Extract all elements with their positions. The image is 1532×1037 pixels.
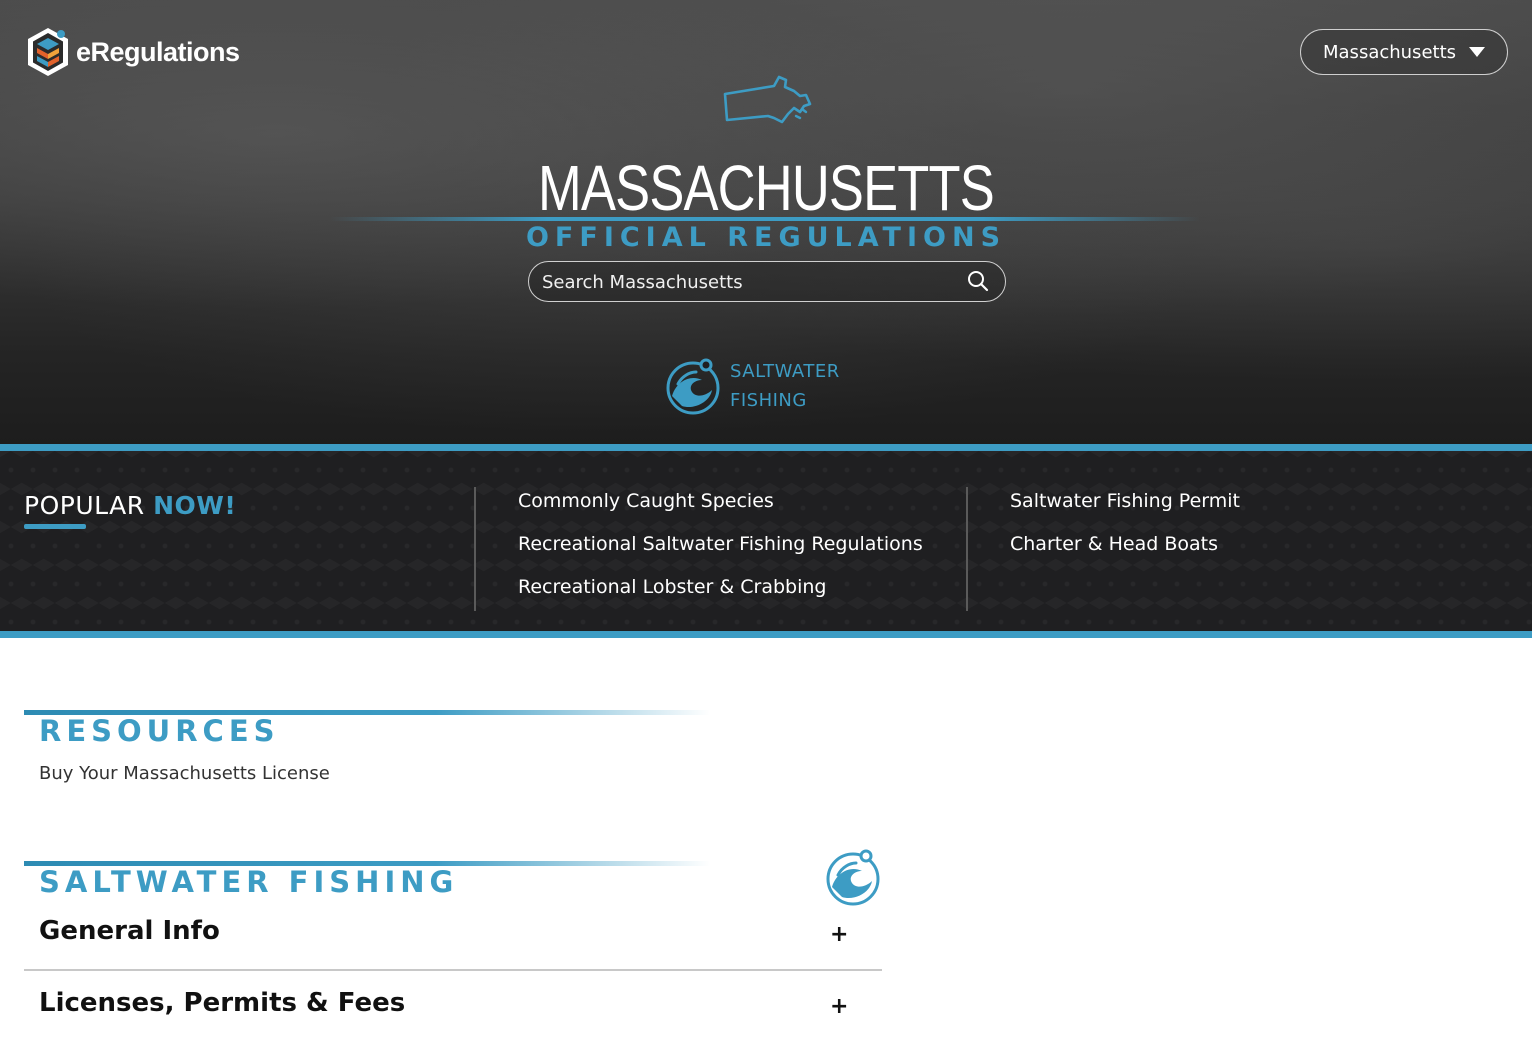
accordion-title: General Info — [39, 916, 220, 946]
buy-license-link[interactable]: Buy Your Massachusetts License — [39, 763, 330, 784]
popular-link-saltwater-fishing-permit[interactable]: Saltwater Fishing Permit — [1010, 490, 1240, 512]
logo-text: eRegulations — [76, 36, 240, 67]
category-label-line1: SALTWATER — [730, 361, 840, 382]
popular-link-lobster-crabbing[interactable]: Recreational Lobster & Crabbing — [518, 576, 826, 598]
saltwater-fishing-icon — [666, 358, 720, 415]
page-title: MASSACHUSETTS — [538, 152, 995, 224]
column-divider — [966, 487, 968, 611]
popular-heading-underline — [24, 524, 86, 529]
category-label: SALTWATER FISHING — [730, 357, 840, 415]
saltwater-fishing-icon — [826, 849, 880, 906]
state-selector-value: Massachusetts — [1323, 41, 1457, 63]
search-input[interactable] — [540, 262, 954, 302]
massachusetts-outline-icon — [723, 75, 812, 124]
popular-link-recreational-saltwater-regulations[interactable]: Recreational Saltwater Fishing Regulatio… — [518, 533, 923, 555]
resources-heading: RESOURCES — [39, 714, 280, 748]
page-subtitle: OFFICIAL REGULATIONS — [525, 222, 1007, 253]
plus-icon[interactable]: + — [830, 922, 848, 947]
accordion-title: Licenses, Permits & Fees — [39, 988, 406, 1018]
state-selector[interactable]: Massachusetts — [1300, 29, 1508, 75]
saltwater-fishing-category[interactable]: SALTWATER FISHING — [664, 356, 840, 416]
saltwater-heading: SALTWATER FISHING — [39, 865, 459, 899]
eregulations-logo[interactable]: eRegulations — [24, 26, 240, 78]
accordion-divider — [24, 969, 882, 971]
accordion-item-general-info[interactable]: General Info + — [24, 900, 882, 966]
hero-banner: eRegulations Massachusetts MASSACHUSETTS… — [0, 0, 1532, 444]
popular-heading-accent: NOW! — [153, 491, 237, 520]
chevron-down-icon — [1469, 47, 1485, 57]
title-divider — [330, 217, 1200, 221]
logo-cube-icon — [28, 28, 68, 76]
popular-link-commonly-caught-species[interactable]: Commonly Caught Species — [518, 490, 774, 512]
category-label-line2: FISHING — [730, 390, 807, 411]
popular-link-charter-head-boats[interactable]: Charter & Head Boats — [1010, 533, 1218, 555]
column-divider — [474, 487, 476, 611]
popular-heading-main: POPULAR — [24, 491, 145, 520]
search-icon[interactable] — [967, 270, 989, 292]
accordion-item-licenses-permits-fees[interactable]: Licenses, Permits & Fees + — [24, 972, 882, 1037]
popular-now-band: POPULAR NOW! Commonly Caught Species Rec… — [0, 444, 1532, 638]
plus-icon[interactable]: + — [830, 994, 848, 1019]
popular-heading: POPULAR NOW! — [24, 491, 236, 520]
search-bar — [528, 261, 1006, 302]
